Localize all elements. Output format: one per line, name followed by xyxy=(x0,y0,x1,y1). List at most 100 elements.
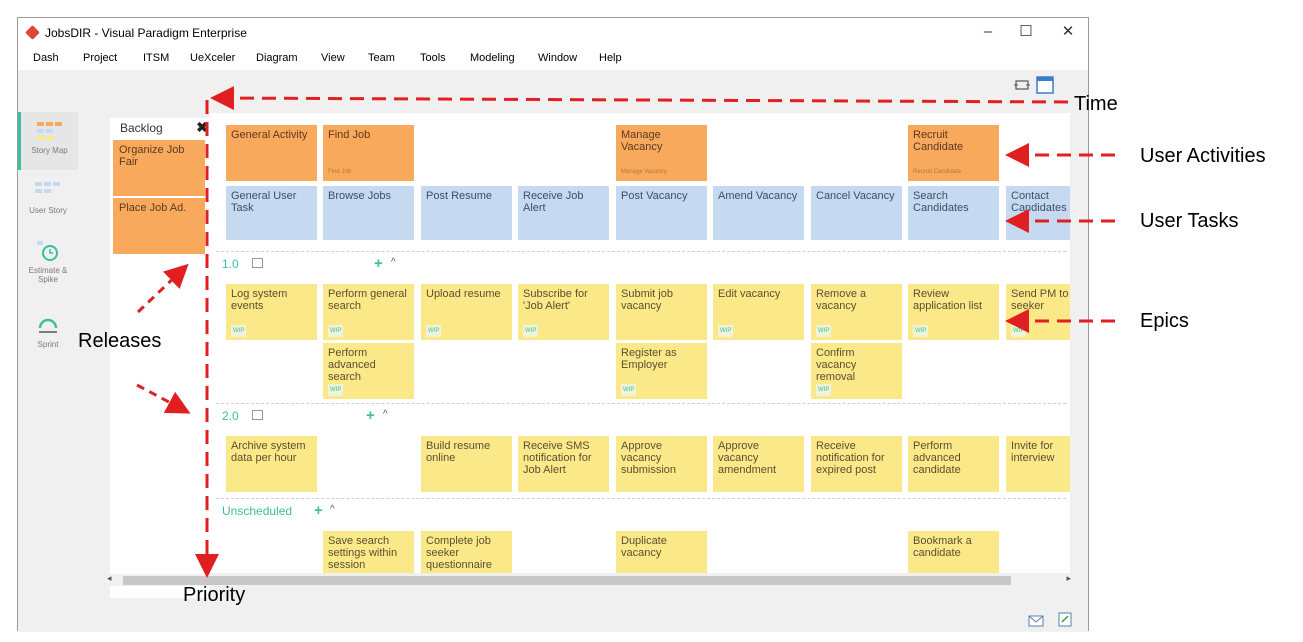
activity-sublabel: Manage Vacancy xyxy=(621,169,667,175)
task-card[interactable]: Post Resume xyxy=(421,186,512,240)
scroll-right-icon[interactable]: ▸ xyxy=(1066,573,1071,584)
epic-card[interactable]: Perform advanced candidate xyxy=(908,436,999,492)
epic-card[interactable]: Approve vacancy amendment xyxy=(713,436,804,492)
fit-view-icon[interactable] xyxy=(1014,78,1030,92)
menu-itsm[interactable]: ITSM xyxy=(143,52,169,64)
nav-label-story-map: Story Map xyxy=(31,146,68,155)
epic-card[interactable]: Build resume online xyxy=(421,436,512,492)
epic-card[interactable]: Register as Employer WIP xyxy=(616,343,707,399)
activity-label: Find Job xyxy=(328,129,371,141)
nav-sprint[interactable]: Sprint xyxy=(18,306,78,364)
epic-card[interactable]: Subscribe for 'Job Alert' WIP xyxy=(518,284,609,340)
wip-badge: WIP xyxy=(231,325,247,337)
release-name[interactable]: 2.0 xyxy=(222,409,239,423)
epic-card[interactable]: Duplicate vacancy xyxy=(616,531,707,573)
menu-tools[interactable]: Tools xyxy=(420,52,446,64)
scroll-left-icon[interactable]: ◂ xyxy=(107,573,112,584)
nav-label-sprint: Sprint xyxy=(37,340,59,349)
menu-window[interactable]: Window xyxy=(538,52,577,64)
backlog-panel: Backlog ✖ Organize Job Fair Place Job Ad… xyxy=(110,118,210,598)
nav-story-map[interactable]: Story Map xyxy=(18,112,78,170)
calendar-icon[interactable] xyxy=(252,410,263,420)
menu-help[interactable]: Help xyxy=(599,52,622,64)
unscheduled-label[interactable]: Unscheduled xyxy=(222,504,292,518)
task-card[interactable]: General User Task xyxy=(226,186,317,240)
epic-card[interactable]: Confirm vacancy removal WIP xyxy=(811,343,902,399)
collapse-caret-icon[interactable]: ^ xyxy=(330,504,335,515)
activity-card[interactable]: Manage Vacancy Manage Vacancy xyxy=(616,125,707,181)
mail-icon[interactable] xyxy=(1028,614,1044,632)
calendar-icon[interactable] xyxy=(252,258,263,268)
epic-card[interactable]: Receive notification for expired post xyxy=(811,436,902,492)
panel-toggle-icon[interactable] xyxy=(1036,76,1054,94)
nav-user-story[interactable]: User Story xyxy=(18,172,78,230)
task-card[interactable]: Cancel Vacancy xyxy=(811,186,902,240)
menu-uexceler[interactable]: UeXceler xyxy=(190,52,235,64)
epic-card[interactable]: Invite for interview xyxy=(1006,436,1070,492)
menu-modeling[interactable]: Modeling xyxy=(470,52,515,64)
menu-project[interactable]: Project xyxy=(83,52,117,64)
epic-card[interactable]: Upload resume WIP xyxy=(421,284,512,340)
wip-badge: WIP xyxy=(328,325,344,337)
epic-card[interactable]: Remove a vacancy WIP xyxy=(811,284,902,340)
epic-label: Upload resume xyxy=(426,288,501,300)
annotation-epics: Epics xyxy=(1140,310,1189,332)
task-card[interactable]: Post Vacancy xyxy=(616,186,707,240)
maximize-button[interactable]: ☐ xyxy=(1016,22,1036,42)
activity-card[interactable]: Recruit Candidate Recruit Candidate xyxy=(908,125,999,181)
nav-estimate-spike[interactable]: Estimate & Spike xyxy=(18,232,78,290)
epic-card[interactable]: Perform advanced search WIP xyxy=(323,343,414,399)
epic-label: Perform general search xyxy=(328,288,407,312)
epic-card[interactable]: Perform general search WIP xyxy=(323,284,414,340)
horizontal-scrollbar[interactable]: ◂ ▸ xyxy=(103,573,1075,586)
epic-card[interactable]: Approve vacancy submission xyxy=(616,436,707,492)
epic-card[interactable]: Archive system data per hour xyxy=(226,436,317,492)
epic-label: Subscribe for 'Job Alert' xyxy=(523,288,588,312)
task-card[interactable]: Amend Vacancy xyxy=(713,186,804,240)
status-bar xyxy=(18,608,1088,632)
epic-label: Perform advanced search xyxy=(328,347,376,383)
menu-dash[interactable]: Dash xyxy=(33,52,59,64)
menu-team[interactable]: Team xyxy=(368,52,395,64)
menu-view[interactable]: View xyxy=(321,52,345,64)
wip-badge: WIP xyxy=(426,325,442,337)
estimate-spike-icon xyxy=(35,240,61,262)
epic-card[interactable]: Review application list WIP xyxy=(908,284,999,340)
task-card[interactable]: Browse Jobs xyxy=(323,186,414,240)
unscheduled-row: Unscheduled + ^ xyxy=(216,498,1066,519)
task-card[interactable]: Search Candidates xyxy=(908,186,999,240)
close-button[interactable]: ✕ xyxy=(1058,22,1078,42)
sprint-icon xyxy=(35,314,61,336)
epic-card[interactable]: Log system events WIP xyxy=(226,284,317,340)
add-epic-icon[interactable]: + xyxy=(314,502,323,519)
activity-sublabel: Recruit Candidate xyxy=(913,169,962,175)
collapse-caret-icon[interactable]: ^ xyxy=(391,257,396,268)
activity-card[interactable]: Find Job Find Job xyxy=(323,125,414,181)
task-card[interactable]: Receive Job Alert xyxy=(518,186,609,240)
release-name[interactable]: 1.0 xyxy=(222,257,239,271)
epic-card[interactable]: Bookmark a candidate xyxy=(908,531,999,573)
minimize-button[interactable]: – xyxy=(978,22,998,42)
task-card[interactable]: Contact Candidates xyxy=(1006,186,1070,240)
epic-card[interactable]: Edit vacancy WIP xyxy=(713,284,804,340)
edit-note-icon[interactable] xyxy=(1058,612,1072,632)
menu-diagram[interactable]: Diagram xyxy=(256,52,298,64)
wip-badge: WIP xyxy=(816,384,832,396)
annotation-user-activities: User Activities xyxy=(1140,145,1266,167)
epic-card[interactable]: Send PM to seeker WIP xyxy=(1006,284,1070,340)
backlog-close-icon[interactable]: ✖ xyxy=(196,119,208,136)
scroll-thumb[interactable] xyxy=(123,576,1011,585)
epic-card[interactable]: Save search settings within session xyxy=(323,531,414,573)
backlog-card[interactable]: Place Job Ad. xyxy=(113,198,205,254)
epic-card[interactable]: Complete job seeker questionnaire xyxy=(421,531,512,573)
title-bar: JobsDIR - Visual Paradigm Enterprise – ☐… xyxy=(18,18,1088,48)
epic-label: Send PM to seeker xyxy=(1011,288,1069,312)
epic-card[interactable]: Receive SMS notification for Job Alert xyxy=(518,436,609,492)
epic-card[interactable]: Submit job vacancy xyxy=(616,284,707,340)
backlog-card[interactable]: Organize Job Fair xyxy=(113,140,205,196)
add-epic-icon[interactable]: + xyxy=(366,407,375,424)
collapse-caret-icon[interactable]: ^ xyxy=(383,409,388,420)
add-epic-icon[interactable]: + xyxy=(374,255,383,272)
activity-card[interactable]: General Activity xyxy=(226,125,317,181)
story-map-board: General Activity Find Job Find Job Manag… xyxy=(210,113,1070,573)
